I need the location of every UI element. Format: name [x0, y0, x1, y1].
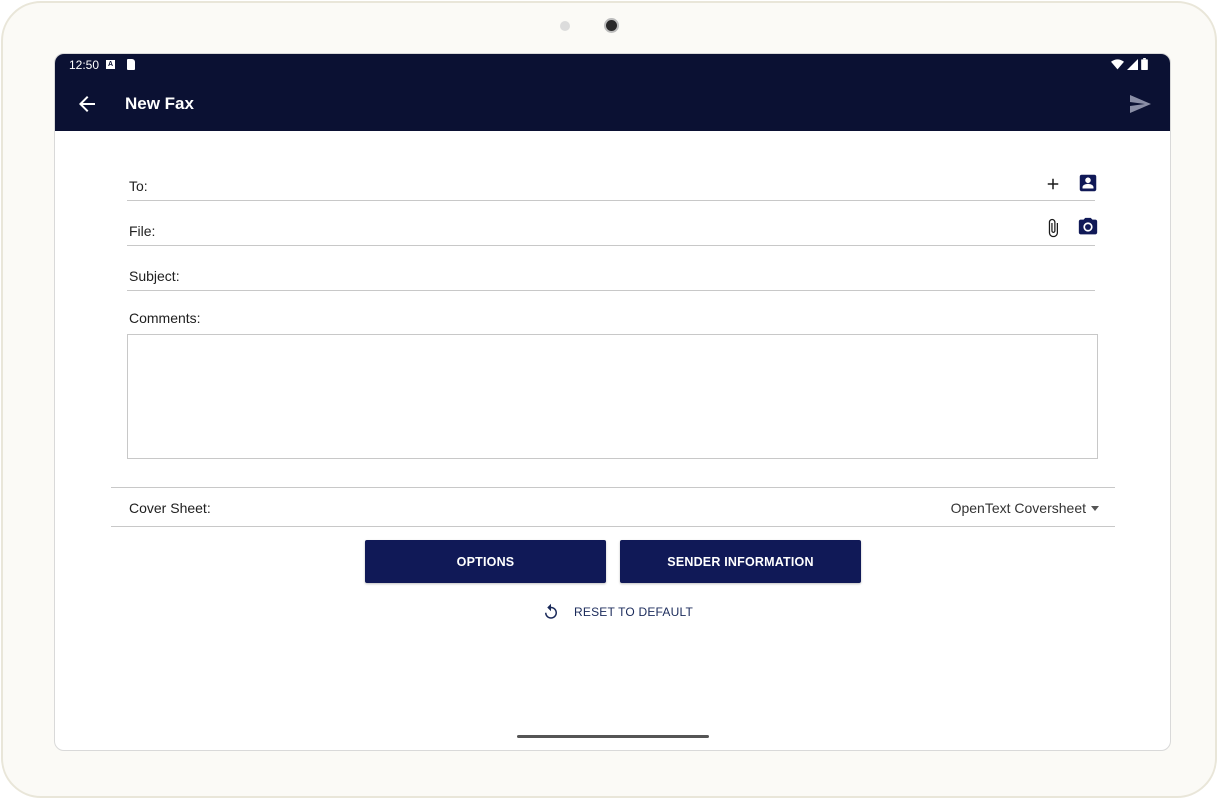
wifi-icon: [1111, 58, 1124, 69]
send-icon: [1130, 95, 1151, 113]
add-recipient-button[interactable]: [1041, 172, 1065, 196]
cover-sheet-selected: OpenText Coversheet: [950, 500, 1086, 516]
page-title: New Fax: [125, 94, 194, 113]
send-button[interactable]: [1128, 92, 1152, 116]
battery-icon: [1141, 58, 1148, 70]
reset-to-default-button[interactable]: RESET TO DEFAULT: [542, 603, 693, 621]
plus-icon: [1047, 178, 1059, 190]
status-time: 12:50: [69, 58, 100, 72]
arrow-back-icon: [79, 96, 95, 112]
file-field[interactable]: File:: [127, 201, 1098, 246]
to-field[interactable]: To:: [127, 156, 1097, 201]
contact-book-icon: [1079, 174, 1097, 192]
comments-label: Comments:: [129, 310, 201, 326]
cover-sheet-dropdown[interactable]: OpenText Coversheet: [951, 500, 1099, 516]
front-camera: [604, 18, 619, 33]
dropdown-arrow-icon: [1091, 505, 1099, 511]
paperclip-icon: [1048, 218, 1058, 238]
status-icons: [1111, 58, 1148, 70]
reset-label: RESET TO DEFAULT: [574, 605, 694, 619]
attach-file-button[interactable]: [1041, 216, 1065, 240]
camera-button[interactable]: [1076, 215, 1100, 239]
sender-information-button[interactable]: SENDER INFORMATION: [620, 540, 861, 583]
home-indicator[interactable]: [517, 735, 709, 738]
contacts-button[interactable]: [1076, 171, 1100, 195]
comments-input[interactable]: [127, 334, 1098, 459]
file-label: File:: [129, 223, 156, 239]
subject-label: Subject:: [129, 268, 180, 284]
app-bar: 12:50 A New Fax: [55, 54, 1170, 131]
cover-sheet-row: Cover Sheet: OpenText Coversheet: [111, 487, 1115, 527]
options-button[interactable]: OPTIONS: [365, 540, 606, 583]
back-button[interactable]: [75, 92, 99, 116]
refresh-icon: [545, 603, 557, 619]
subject-field[interactable]: Subject:: [127, 246, 1095, 291]
a-badge-icon: A: [106, 60, 115, 69]
to-label: To:: [129, 178, 148, 194]
proximity-sensor: [560, 21, 570, 31]
screen: 12:50 A New Fax To: File: Subject: Comme…: [54, 53, 1171, 751]
cover-sheet-label: Cover Sheet:: [129, 500, 211, 516]
tablet-frame: 12:50 A New Fax To: File: Subject: Comme…: [1, 1, 1217, 798]
camera-icon: [1078, 217, 1098, 235]
sd-card-icon: [127, 59, 135, 70]
signal-icon: [1127, 58, 1138, 70]
